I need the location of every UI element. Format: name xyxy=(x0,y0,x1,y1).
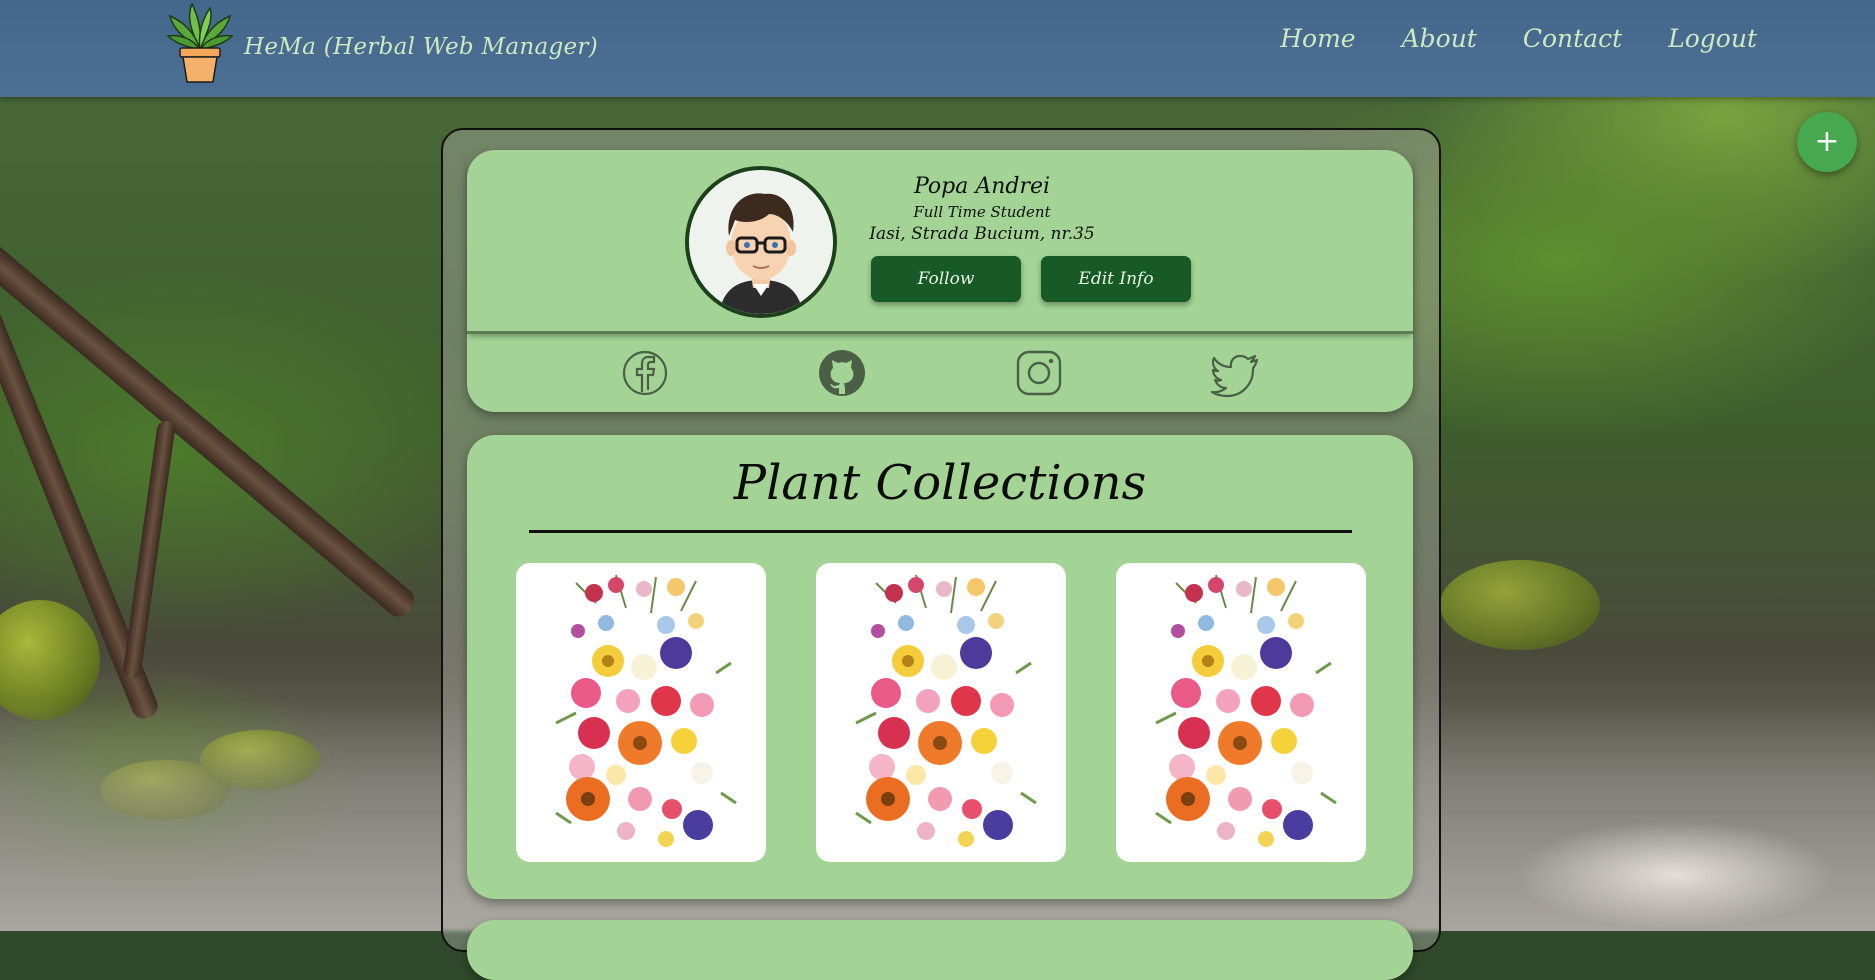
profile-address: Iasi, Strada Bucium, nr.35 xyxy=(869,224,1095,244)
github-icon[interactable] xyxy=(817,348,867,398)
potted-plant-logo-icon xyxy=(166,2,234,83)
plant-collections-card: Plant Collections xyxy=(467,435,1413,899)
app-title: HeMa (Herbal Web Manager) xyxy=(244,34,598,60)
nav-about[interactable]: About xyxy=(1402,24,1477,53)
main-nav: Home About Contact Logout xyxy=(1280,24,1757,53)
top-navbar: HeMa (Herbal Web Manager) Home About Con… xyxy=(0,0,1875,97)
profile-header: Popa Andrei Full Time Student Iasi, Stra… xyxy=(467,150,1413,334)
social-links xyxy=(467,344,1413,402)
instagram-icon[interactable] xyxy=(1014,348,1064,398)
collections-title: Plant Collections xyxy=(733,455,1147,511)
edit-info-button[interactable]: Edit Info xyxy=(1041,256,1191,302)
profile-name: Popa Andrei xyxy=(913,174,1051,199)
nav-contact[interactable]: Contact xyxy=(1523,24,1622,53)
pressed-flowers-image xyxy=(555,574,737,847)
nav-logout[interactable]: Logout xyxy=(1668,24,1757,53)
title-divider xyxy=(529,530,1352,533)
brand[interactable]: HeMa (Herbal Web Manager) xyxy=(166,2,598,84)
profile-role: Full Time Student xyxy=(913,203,1051,221)
twitter-icon[interactable] xyxy=(1210,348,1261,398)
facebook-icon[interactable] xyxy=(620,348,670,398)
follow-button[interactable]: Follow xyxy=(871,256,1021,302)
collection-item[interactable] xyxy=(1116,563,1366,862)
nav-home[interactable]: Home xyxy=(1280,24,1355,53)
collection-item[interactable] xyxy=(516,563,766,862)
collection-item[interactable] xyxy=(816,563,1066,862)
next-section-card xyxy=(467,920,1413,980)
avatar xyxy=(685,166,837,318)
profile-column: Popa Andrei Full Time Student Iasi, Stra… xyxy=(441,128,1441,980)
profile-card: Popa Andrei Full Time Student Iasi, Stra… xyxy=(467,150,1413,412)
pressed-flowers-image xyxy=(1155,574,1337,847)
add-collection-button[interactable]: + xyxy=(1797,112,1857,172)
pressed-flowers-image xyxy=(855,574,1037,847)
